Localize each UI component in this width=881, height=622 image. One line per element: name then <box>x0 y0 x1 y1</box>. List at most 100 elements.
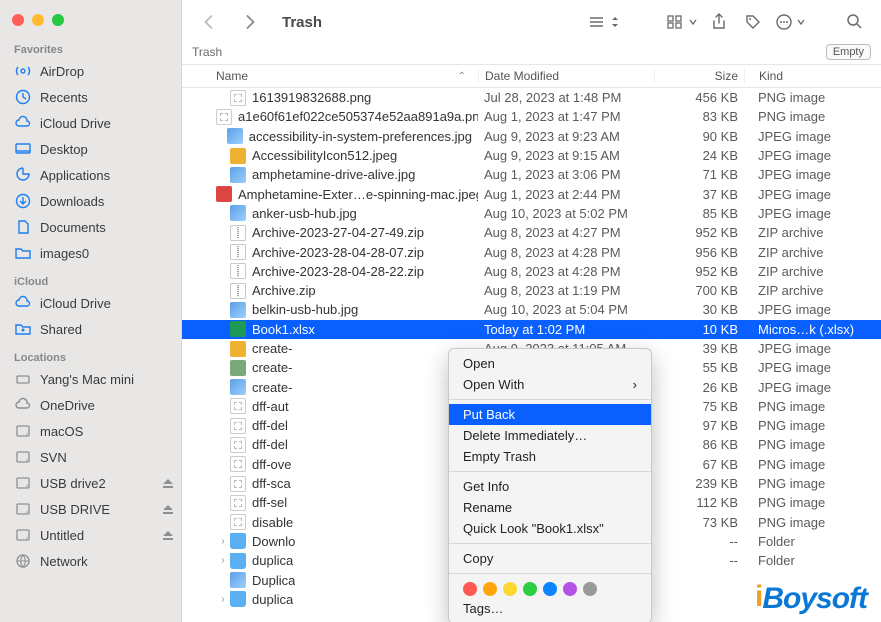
table-row[interactable]: 1613919832688.pngJul 28, 2023 at 1:48 PM… <box>182 88 881 107</box>
back-button[interactable] <box>196 10 220 34</box>
tag-color[interactable] <box>543 582 557 596</box>
table-row[interactable]: Amphetamine-Exter…e-spinning-mac.jpegAug… <box>182 184 881 203</box>
tag-color[interactable] <box>583 582 597 596</box>
menu-item-label: Empty Trash <box>463 449 536 464</box>
sidebar-item-network[interactable]: Network <box>8 548 181 574</box>
menu-item-empty-trash[interactable]: Empty Trash <box>449 446 651 467</box>
sidebar-item-yang-s-mac-mini[interactable]: Yang's Mac mini <box>8 366 181 392</box>
file-kind: JPEG image <box>744 129 881 144</box>
table-row[interactable]: Archive-2023-28-04-28-22.zipAug 8, 2023 … <box>182 262 881 281</box>
tags-button[interactable] <box>741 10 765 34</box>
menu-item-label: Rename <box>463 500 512 515</box>
menu-item-copy[interactable]: Copy <box>449 548 651 569</box>
sidebar-item-icloud-drive[interactable]: iCloud Drive <box>8 110 181 136</box>
file-type-icon <box>230 225 246 241</box>
file-date: Aug 8, 2023 at 4:28 PM <box>478 245 654 260</box>
table-row[interactable]: AccessibilityIcon512.jpegAug 9, 2023 at … <box>182 146 881 165</box>
menu-item-label: Get Info <box>463 479 509 494</box>
search-button[interactable] <box>843 10 867 34</box>
file-name: dff-ove <box>252 457 292 472</box>
sidebar-item-applications[interactable]: Applications <box>8 162 181 188</box>
maximize-window-button[interactable] <box>52 14 64 26</box>
sidebar-item-images0[interactable]: images0 <box>8 240 181 266</box>
menu-item-tags[interactable]: Tags… <box>449 598 651 619</box>
sort-indicator-icon: ⌃ <box>458 71 466 82</box>
header-date[interactable]: Date Modified <box>478 69 654 83</box>
menu-item-rename[interactable]: Rename <box>449 497 651 518</box>
table-row[interactable]: a1e60f61ef022ce505374e52aa891a9a.pngAug … <box>182 107 881 126</box>
toolbar: Trash <box>182 0 881 44</box>
menu-item-put-back[interactable]: Put Back <box>449 404 651 425</box>
menu-item-open-with[interactable]: Open With› <box>449 374 651 395</box>
eject-icon[interactable] <box>161 528 175 542</box>
menu-item-open[interactable]: Open <box>449 353 651 374</box>
file-type-icon <box>230 341 246 357</box>
sidebar-item-downloads[interactable]: Downloads <box>8 188 181 214</box>
table-row[interactable]: amphetamine-drive-alive.jpgAug 1, 2023 a… <box>182 165 881 184</box>
forward-button[interactable] <box>238 10 262 34</box>
table-row[interactable]: Archive.zipAug 8, 2023 at 1:19 PM700 KBZ… <box>182 281 881 300</box>
table-row[interactable]: Archive-2023-28-04-28-07.zipAug 8, 2023 … <box>182 242 881 261</box>
file-kind: ZIP archive <box>744 245 881 260</box>
table-row[interactable]: Book1.xlsxToday at 1:02 PM10 KBMicros…k … <box>182 320 881 339</box>
disclosure-triangle-icon[interactable]: › <box>216 594 230 605</box>
sidebar-item-label: USB drive2 <box>40 476 106 491</box>
sidebar-item-desktop[interactable]: Desktop <box>8 136 181 162</box>
menu-item-label: Open <box>463 356 495 371</box>
tag-color[interactable] <box>523 582 537 596</box>
view-list-button[interactable] <box>589 10 619 34</box>
action-menu-button[interactable] <box>775 10 805 34</box>
table-row[interactable]: belkin-usb-hub.jpgAug 10, 2023 at 5:04 P… <box>182 300 881 319</box>
sidebar-item-label: Recents <box>40 90 88 105</box>
column-headers[interactable]: Name ⌃ Date Modified Size Kind <box>182 64 881 88</box>
file-size: 956 KB <box>654 245 744 260</box>
menu-item-get-info[interactable]: Get Info <box>449 476 651 497</box>
tag-color[interactable] <box>483 582 497 596</box>
doc-icon <box>14 218 32 236</box>
empty-trash-button[interactable]: Empty <box>826 44 871 60</box>
share-button[interactable] <box>707 10 731 34</box>
sidebar-item-usb-drive[interactable]: USB DRIVE <box>8 496 181 522</box>
file-name: disable <box>252 515 293 530</box>
sidebar-item-shared[interactable]: Shared <box>8 316 181 342</box>
file-name: Archive.zip <box>252 283 316 298</box>
sidebar-item-usb-drive2[interactable]: USB drive2 <box>8 470 181 496</box>
table-row[interactable]: anker-usb-hub.jpgAug 10, 2023 at 5:02 PM… <box>182 204 881 223</box>
menu-item-delete-immediately[interactable]: Delete Immediately… <box>449 425 651 446</box>
eject-icon[interactable] <box>161 476 175 490</box>
file-type-icon <box>230 167 246 183</box>
sidebar-item-untitled[interactable]: Untitled <box>8 522 181 548</box>
sidebar-item-airdrop[interactable]: AirDrop <box>8 58 181 84</box>
file-size: 30 KB <box>654 302 744 317</box>
tag-color[interactable] <box>563 582 577 596</box>
header-size[interactable]: Size <box>654 69 744 83</box>
header-kind[interactable]: Kind <box>744 69 881 83</box>
eject-icon[interactable] <box>161 502 175 516</box>
file-size: 112 KB <box>654 495 744 510</box>
disclosure-triangle-icon[interactable]: › <box>216 555 230 566</box>
header-name[interactable]: Name <box>216 69 248 83</box>
sidebar-item-icloud-drive[interactable]: iCloud Drive <box>8 290 181 316</box>
sidebar-item-svn[interactable]: SVN <box>8 444 181 470</box>
menu-item-quick-look-book1-xlsx[interactable]: Quick Look "Book1.xlsx" <box>449 518 651 539</box>
sidebar-item-documents[interactable]: Documents <box>8 214 181 240</box>
usb-icon <box>14 474 32 492</box>
sidebar-item-macos[interactable]: macOS <box>8 418 181 444</box>
sidebar-item-label: iCloud Drive <box>40 116 111 131</box>
sidebar-item-recents[interactable]: Recents <box>8 84 181 110</box>
tag-color[interactable] <box>463 582 477 596</box>
table-row[interactable]: Archive-2023-27-04-27-49.zipAug 8, 2023 … <box>182 223 881 242</box>
sidebar-item-onedrive[interactable]: OneDrive <box>8 392 181 418</box>
file-size: 67 KB <box>654 457 744 472</box>
tag-color[interactable] <box>503 582 517 596</box>
file-name: duplica <box>252 553 293 568</box>
table-row[interactable]: accessibility-in-system-preferences.jpgA… <box>182 127 881 146</box>
minimize-window-button[interactable] <box>32 14 44 26</box>
file-size: 700 KB <box>654 283 744 298</box>
disclosure-triangle-icon[interactable]: › <box>216 536 230 547</box>
group-button[interactable] <box>667 10 697 34</box>
sidebar-item-label: iCloud Drive <box>40 296 111 311</box>
file-size: 24 KB <box>654 148 744 163</box>
file-name: AccessibilityIcon512.jpeg <box>252 148 397 163</box>
close-window-button[interactable] <box>12 14 24 26</box>
